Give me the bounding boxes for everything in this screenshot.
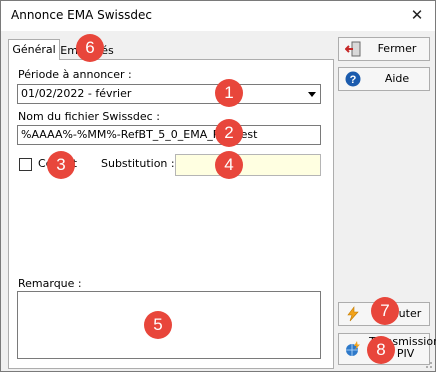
globe-lightning-icon [345, 341, 361, 357]
svg-text:?: ? [350, 74, 357, 86]
filename-label: Nom du fichier Swissdec : [18, 110, 160, 123]
exit-door-icon [344, 41, 361, 57]
callout-badge-8: 8 [367, 336, 395, 364]
callout-badge-2: 2 [215, 119, 243, 147]
period-value: 01/02/2022 - février [21, 87, 132, 100]
remark-label: Remarque : [18, 277, 82, 290]
size-grip-icon[interactable] [423, 359, 433, 369]
callout-badge-7: 7 [371, 297, 399, 325]
filename-input[interactable]: %AAAA%-%MM%-RefBT_5_0_EMA_Request [17, 125, 321, 145]
chevron-down-icon[interactable] [308, 92, 316, 97]
callout-badge-6: 6 [76, 34, 104, 62]
title-bar: Annonce EMA Swissdec ✕ [1, 1, 435, 31]
help-button[interactable]: ? Aide [338, 67, 430, 91]
lightning-icon [345, 306, 361, 322]
callout-badge-5: 5 [144, 311, 172, 339]
callout-badge-3: 3 [47, 151, 75, 179]
test-checkbox[interactable] [19, 158, 32, 171]
close-button[interactable]: Fermer [338, 37, 430, 61]
substitution-label: Substitution : [101, 157, 175, 170]
substitution-input[interactable] [175, 154, 321, 176]
close-icon[interactable]: ✕ [405, 4, 429, 26]
callout-badge-1: 1 [215, 79, 243, 107]
period-select[interactable]: 01/02/2022 - février [17, 84, 321, 104]
help-button-label: Aide [384, 72, 410, 85]
window-title: Annonce EMA Swissdec [11, 8, 152, 22]
tab-general[interactable]: Général [8, 39, 60, 60]
callout-badge-4: 4 [215, 151, 243, 179]
help-icon: ? [345, 71, 361, 87]
period-label: Période à annoncer : [18, 68, 132, 81]
close-button-label: Fermer [377, 42, 417, 55]
